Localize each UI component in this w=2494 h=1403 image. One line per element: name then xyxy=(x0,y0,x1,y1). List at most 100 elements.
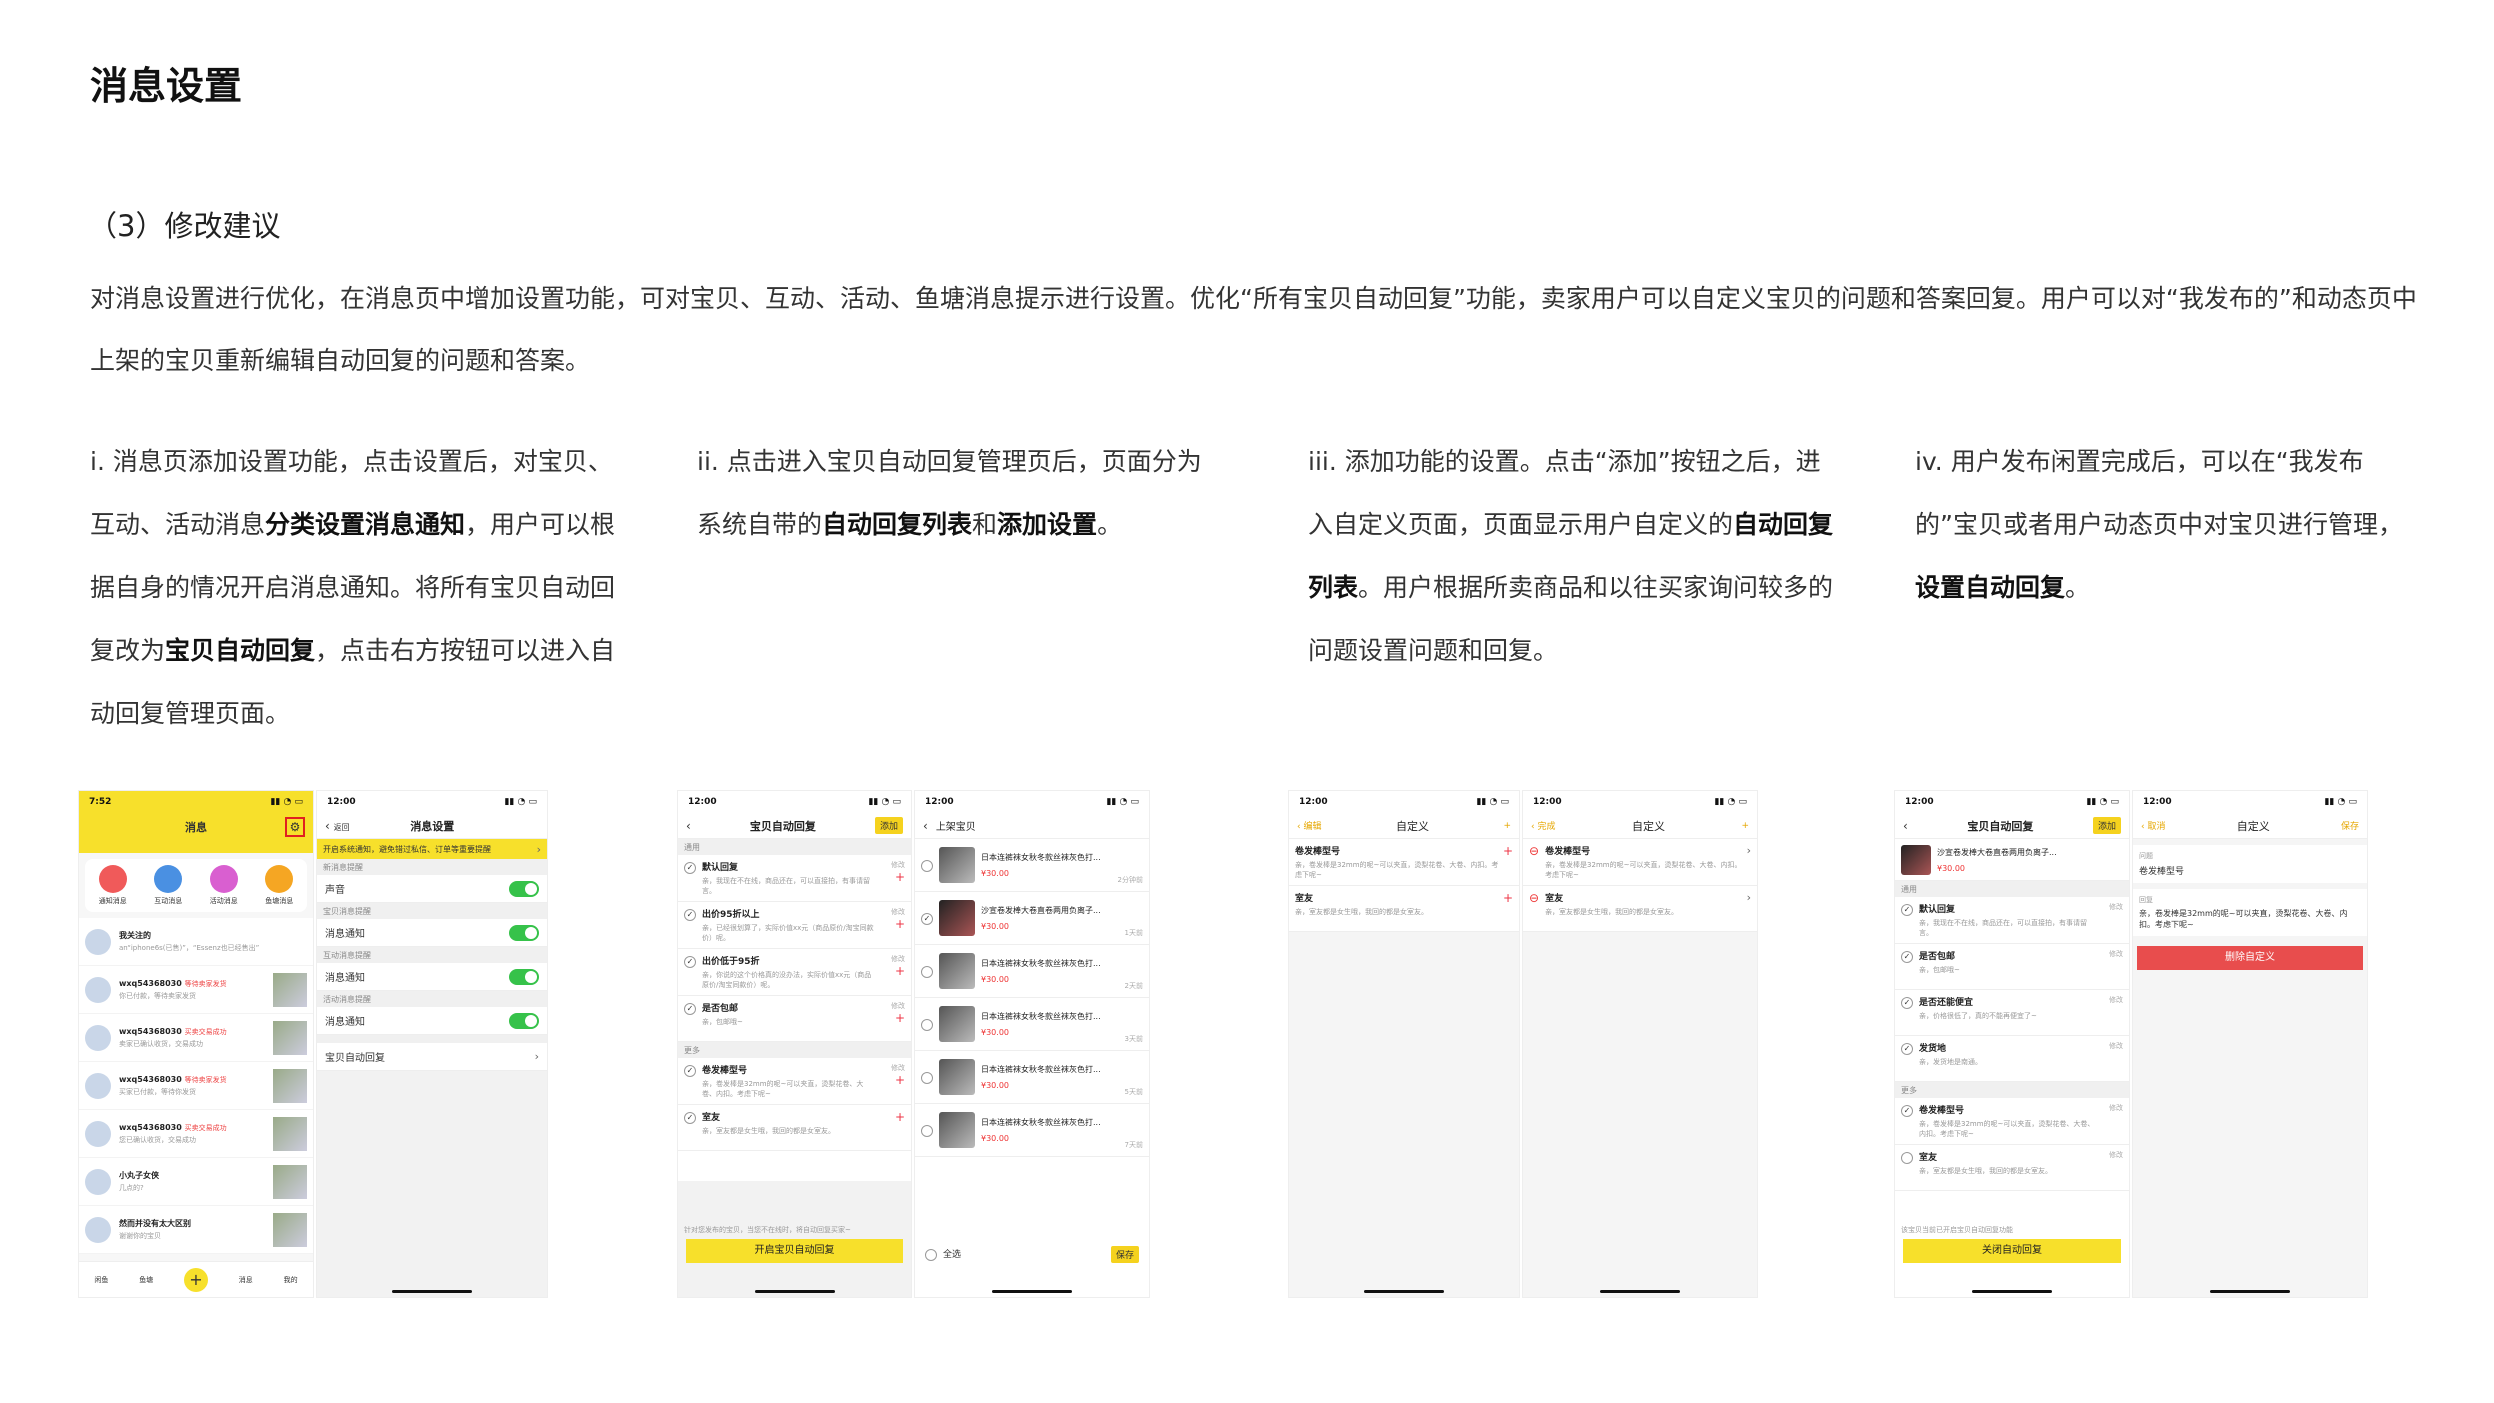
list-item[interactable]: ✓ 是否还能便宜 亲，价格很低了，真的不能再便宜了~ 修改 xyxy=(1895,990,2129,1036)
list-item[interactable]: 日本连裤袜女秋冬款丝袜灰色打... ¥30.00 5天前 xyxy=(915,1051,1149,1104)
interaction-message-icon[interactable]: 互动消息 xyxy=(154,865,183,906)
goods-summary: 沙宣卷发棒大卷直卷两用负离子... ¥30.00 xyxy=(1895,839,2129,881)
list-item[interactable]: ✓ 室友 亲，室友都是女生哦，我回的都是女室友。 + xyxy=(678,1105,911,1151)
back-button[interactable]: ‹ xyxy=(923,819,928,833)
disable-auto-reply-button[interactable]: 关闭自动回复 xyxy=(1903,1239,2121,1263)
add-plus-icon[interactable]: + xyxy=(1741,821,1749,831)
avatar xyxy=(85,1120,111,1147)
home-indicator xyxy=(992,1290,1072,1293)
list-item[interactable]: 小丸子女侠 几点的? xyxy=(79,1158,313,1206)
reply-field[interactable]: 回复 亲，卷发棒是32mm的呢~可以夹直，烫梨花卷、大卷、内扣。考虑下呢~ xyxy=(2133,889,2367,936)
select-all-checkbox[interactable]: 全选 xyxy=(925,1247,961,1262)
list-item[interactable]: ⊖ 卷发棒型号 亲，卷发棒是32mm的呢~可以夹直，烫梨花卷、大卷、内扣。考虑下呢~… xyxy=(1523,839,1757,886)
notice-message-icon[interactable]: 通知消息 xyxy=(98,865,127,906)
pond-message-icon[interactable]: 鱼塘消息 xyxy=(265,865,294,906)
goods-thumbnail xyxy=(939,900,975,936)
goods-notify-toggle[interactable] xyxy=(509,924,539,941)
save-button[interactable]: 保存 xyxy=(2341,819,2359,832)
check-icon: ✓ xyxy=(684,1003,696,1015)
check-icon: ✓ xyxy=(684,909,696,921)
list-item[interactable]: ✓ 沙宣卷发棒大卷直卷两用负离子... ¥30.00 1天前 xyxy=(915,892,1149,945)
list-item[interactable]: 日本连裤袜女秋冬款丝袜灰色打... ¥30.00 7天前 xyxy=(915,1104,1149,1157)
message-list: 我关注的 an“iphone6s(已售)”，“Essenz也已经售出” wxq54… xyxy=(79,918,313,1254)
done-button[interactable]: ‹ 完成 xyxy=(1531,819,1555,832)
list-item[interactable]: ✓ 默认回复 亲，我现在不在线，商品还在，可以直接拍，有事请留言。 修改 xyxy=(1895,897,2129,944)
auto-reply-hint: 针对您发布的宝贝，当您不在线时，将自动回复买家~ xyxy=(684,1226,851,1234)
delete-custom-button[interactable]: 删除自定义 xyxy=(2137,946,2363,970)
avatar xyxy=(85,1072,111,1099)
sound-toggle[interactable] xyxy=(509,880,539,897)
avatar xyxy=(85,928,111,955)
list-item[interactable]: ✓ 出价95折以上 亲，已经很划算了，实际价值xx元（商品原价/淘宝同款价）呢。 修改… xyxy=(678,902,911,949)
check-icon: ✓ xyxy=(684,956,696,968)
auto-reply-row[interactable]: 宝贝自动回复 › xyxy=(317,1043,547,1071)
check-icon: ✓ xyxy=(921,913,933,925)
goods-thumbnail xyxy=(939,1006,975,1042)
list-item[interactable]: ✓ 发货地 亲，发货地是南通。 修改 xyxy=(1895,1036,2129,1082)
list-item[interactable]: 日本连裤袜女秋冬款丝袜灰色打... ¥30.00 2分钟前 xyxy=(915,839,1149,892)
check-icon: ✓ xyxy=(684,1065,696,1077)
goods-notify-row: 消息通知 xyxy=(317,919,547,947)
tab-pond[interactable]: 鱼塘 xyxy=(139,1275,153,1285)
list-item[interactable]: 卷发棒型号 亲，卷发棒是32mm的呢~可以夹直，烫梨花卷、大卷、内扣。考虑下呢~ + xyxy=(1289,839,1519,886)
tab-home[interactable]: 闲鱼 xyxy=(94,1275,108,1285)
list-item[interactable]: 然而并没有太大区别 谢谢你的宝贝 xyxy=(79,1206,313,1254)
publish-plus-icon[interactable]: + xyxy=(183,1267,208,1292)
save-button[interactable]: 保存 xyxy=(1110,1245,1139,1263)
activity-notify-toggle[interactable] xyxy=(509,1012,539,1029)
list-item[interactable]: wxq54368030 等待卖家发货 买家已付款，等待你发货 xyxy=(79,1062,313,1110)
list-item[interactable]: ✓ 卷发棒型号 亲，卷发棒是32mm的呢~可以夹直，烫梨花卷、大卷、内扣。考虑下呢~… xyxy=(1895,1098,2129,1145)
description-column-3: iii. 添加功能的设置。点击“添加”按钮之后，进入自定义页面，页面显示用户自定… xyxy=(1308,447,1834,665)
cancel-button[interactable]: ‹ 取消 xyxy=(2141,819,2165,832)
screen-message-page: 7:52 ▮▮ ◔ ▭ 消息 ⚙ 通知消息 互动消息 活动消息 鱼塘消息 我关注的… xyxy=(78,790,314,1298)
edit-button[interactable]: ‹ 编辑 xyxy=(1297,819,1321,832)
chevron-right-icon: › xyxy=(1746,844,1751,857)
goods-thumbnail xyxy=(939,1059,975,1095)
notification-banner[interactable]: 开启系统通知，避免错过私信、订单等重要提醒 › xyxy=(317,839,547,859)
home-indicator xyxy=(1364,1290,1444,1293)
list-item[interactable]: ✓ 是否包邮 亲，包邮哦~ 修改 xyxy=(1895,944,2129,990)
section-title: （3）修改建议 xyxy=(88,209,281,243)
list-item[interactable]: ✓ 是否包邮 亲，包邮哦~ 修改 + xyxy=(678,996,911,1042)
goods-footer: 全选 保存 xyxy=(915,1241,1149,1267)
tab-message[interactable]: 消息 xyxy=(239,1275,253,1285)
home-indicator xyxy=(754,1290,835,1293)
list-item[interactable]: wxq54368030 等待卖家发货 你已付款，等待卖家发货 xyxy=(79,966,313,1014)
back-button[interactable]: ‹ 返回 xyxy=(325,819,350,833)
goods-thumbnail xyxy=(273,972,307,1007)
screen-edit-custom: 12:00 ▮▮ ◔ ▭ ‹ 取消 自定义 保存 问题 卷发棒型号 回复 亲，卷发棒是32… xyxy=(2132,790,2368,1298)
group-label: 互动消息提醒 xyxy=(317,947,547,963)
add-button[interactable]: 添加 xyxy=(2092,817,2121,834)
delete-icon[interactable]: ⊖ xyxy=(1529,844,1539,880)
add-plus-icon[interactable]: + xyxy=(1503,821,1511,831)
auto-reply-hint: 该宝贝当前已开启宝贝自动回复功能 xyxy=(1901,1225,2123,1235)
list-item[interactable]: ✓ 卷发棒型号 亲，卷发棒是32mm的呢~可以夹直，烫梨花卷、大卷、内扣。考虑下呢~… xyxy=(678,1058,911,1105)
list-item[interactable]: 日本连裤袜女秋冬款丝袜灰色打... ¥30.00 2天前 xyxy=(915,945,1149,998)
list-item[interactable]: 室友 亲，室友都是女生哦，我回的都是女室友。 修改 xyxy=(1895,1145,2129,1191)
group-label: 宝贝消息提醒 xyxy=(317,903,547,919)
tab-mine[interactable]: 我的 xyxy=(284,1275,298,1285)
goods-thumbnail xyxy=(273,1116,307,1151)
question-field[interactable]: 问题 卷发棒型号 xyxy=(2133,845,2367,883)
list-item[interactable]: ✓ 出价低于95折 亲，你说的这个价格真的没办法，实际价值xx元（商品原价/淘宝同款… xyxy=(678,949,911,996)
activity-message-icon[interactable]: 活动消息 xyxy=(209,865,238,906)
home-indicator xyxy=(2210,1290,2290,1293)
list-item[interactable]: 室友 亲，室友都是女生哦，我回的都是女室友。 + xyxy=(1289,886,1519,932)
home-indicator xyxy=(392,1290,472,1293)
sound-row: 声音 xyxy=(317,875,547,903)
back-button[interactable]: ‹ xyxy=(1903,819,1908,833)
gear-icon[interactable]: ⚙ xyxy=(285,817,305,837)
screen-listed-goods: 12:00 ▮▮ ◔ ▭ ‹ 上架宝贝 日本连裤袜女秋冬款丝袜灰色打... ¥30.0… xyxy=(914,790,1150,1298)
list-item[interactable]: 日本连裤袜女秋冬款丝袜灰色打... ¥30.00 3天前 xyxy=(915,998,1149,1051)
screen-custom-list: 12:00 ▮▮ ◔ ▭ ‹ 编辑 自定义 + 卷发棒型号 亲，卷发棒是32mm的呢~可… xyxy=(1288,790,1520,1298)
add-button[interactable]: 添加 xyxy=(874,817,903,834)
list-item[interactable]: 我关注的 an“iphone6s(已售)”，“Essenz也已经售出” xyxy=(79,918,313,966)
back-button[interactable]: ‹ xyxy=(686,819,691,833)
list-item[interactable]: ✓ 默认回复 亲，我现在不在线，商品还在，可以直接拍，有事请留言。 修改 + xyxy=(678,855,911,902)
list-item[interactable]: wxq54368030 买卖交易成功 卖家已确认收货，交易成功 xyxy=(79,1014,313,1062)
interaction-notify-toggle[interactable] xyxy=(509,968,539,985)
list-item[interactable]: wxq54368030 买卖交易成功 您已确认收货，交易成功 xyxy=(79,1110,313,1158)
list-item[interactable]: ⊖ 室友 亲，室友都是女生哦，我回的都是女室友。 › xyxy=(1523,886,1757,932)
delete-icon[interactable]: ⊖ xyxy=(1529,891,1539,926)
enable-auto-reply-button[interactable]: 开启宝贝自动回复 xyxy=(686,1239,903,1263)
